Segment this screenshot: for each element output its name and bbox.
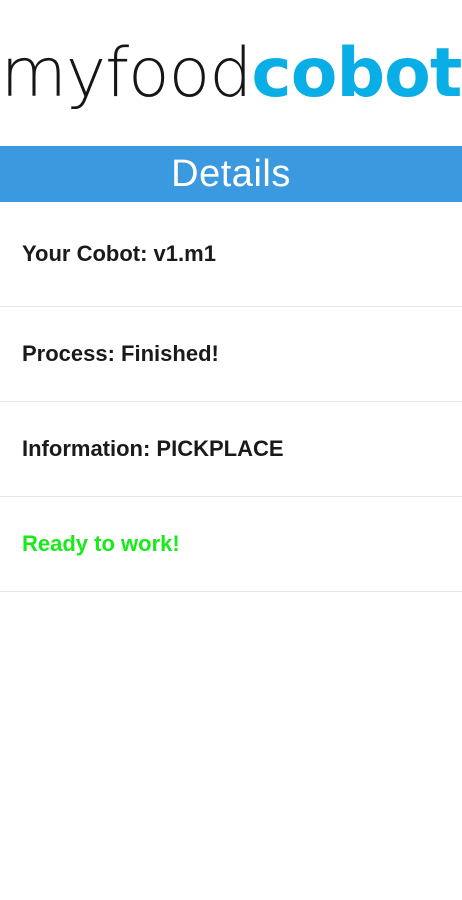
logo-text-myfood: myfood (0, 34, 253, 113)
information-text: Information: PICKPLACE (22, 436, 284, 461)
list-item-cobot-version: Your Cobot: v1.m1 (0, 202, 462, 307)
list-item-ready-status: Ready to work! (0, 497, 462, 592)
list-item-process-status: Process: Finished! (0, 307, 462, 402)
process-status-text: Process: Finished! (22, 341, 219, 366)
ready-status-text: Ready to work! (22, 531, 180, 556)
list-item-information: Information: PICKPLACE (0, 402, 462, 497)
app-logo: myfoodcobot (0, 0, 462, 146)
details-header-bar: Details (0, 146, 462, 202)
details-list: Your Cobot: v1.m1 Process: Finished! Inf… (0, 202, 462, 592)
logo-text-cobot: cobot (251, 34, 462, 113)
page-title: Details (171, 152, 291, 195)
cobot-version-text: Your Cobot: v1.m1 (22, 241, 216, 266)
